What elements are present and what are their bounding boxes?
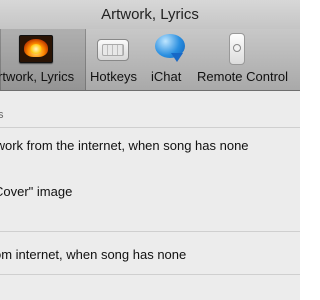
ichat-icon [155, 34, 187, 62]
preferences-toolbar: rtwork, Lyrics Hotkeys iChat Remote Cont… [0, 29, 300, 91]
tab-remote-control-label: Remote Control [197, 69, 289, 84]
divider [0, 127, 300, 128]
window-title: Artwork, Lyrics [101, 6, 199, 23]
tab-remote-control[interactable]: Remote Control [193, 29, 300, 90]
option-download-artwork-label: twork from the internet, when song has n… [0, 138, 249, 153]
preferences-window: Artwork, Lyrics rtwork, Lyrics Hotkeys i… [0, 0, 300, 300]
option-download-lyrics-label: om internet, when song has none [0, 247, 187, 262]
option-cover-image-label: Cover" image [0, 184, 73, 199]
tab-hotkeys-label: Hotkeys [90, 69, 137, 84]
remote-icon [229, 33, 245, 65]
title-bar: Artwork, Lyrics [0, 0, 300, 29]
tab-ichat[interactable]: iChat [146, 29, 190, 90]
tab-ichat-label: iChat [151, 69, 182, 84]
preferences-content: s twork from the internet, when song has… [0, 91, 300, 300]
keyboard-icon [97, 39, 129, 61]
tab-artwork-lyrics[interactable]: rtwork, Lyrics [0, 29, 86, 90]
divider [0, 274, 300, 275]
divider [0, 231, 300, 232]
tab-artwork-lyrics-label: rtwork, Lyrics [0, 69, 75, 84]
tab-hotkeys[interactable]: Hotkeys [88, 29, 144, 90]
artwork-icon [19, 35, 53, 63]
